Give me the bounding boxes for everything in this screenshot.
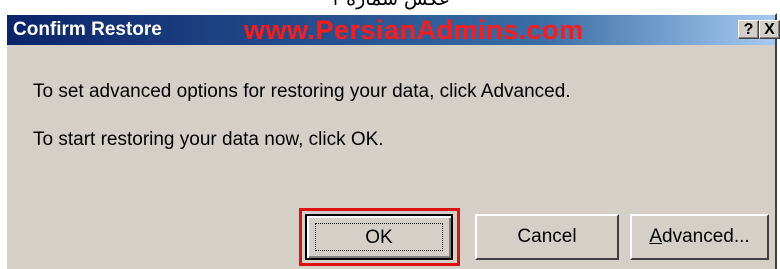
advanced-button-label: dvanced... <box>662 226 750 247</box>
title-bar[interactable]: Confirm Restore www.PersianAdmins.com ? … <box>7 15 780 45</box>
close-button[interactable]: X <box>759 20 780 39</box>
ok-button[interactable]: OK <box>305 214 453 260</box>
advanced-instruction-text: To set advanced options for restoring yo… <box>33 81 571 102</box>
screenshot-stage: عکس شماره ۱ Confirm Restore www.PersianA… <box>0 0 780 269</box>
watermark-text: www.PersianAdmins.com <box>244 15 584 45</box>
ok-button-label: OK <box>365 227 393 248</box>
image-caption: عکس شماره ۱ <box>0 0 780 10</box>
cancel-button-label: Cancel <box>517 226 577 247</box>
advanced-accelerator: A <box>649 226 662 247</box>
cancel-button[interactable]: Cancel <box>475 214 619 260</box>
help-button[interactable]: ? <box>738 20 759 39</box>
confirm-restore-dialog: Confirm Restore www.PersianAdmins.com ? … <box>5 13 780 269</box>
advanced-button[interactable]: Advanced... <box>630 214 769 260</box>
focus-rectangle: OK <box>315 223 443 251</box>
help-icon: ? <box>743 21 754 38</box>
dialog-title: Confirm Restore <box>13 19 162 40</box>
ok-instruction-text: To start restoring your data now, click … <box>33 129 384 150</box>
close-icon: X <box>764 21 775 38</box>
